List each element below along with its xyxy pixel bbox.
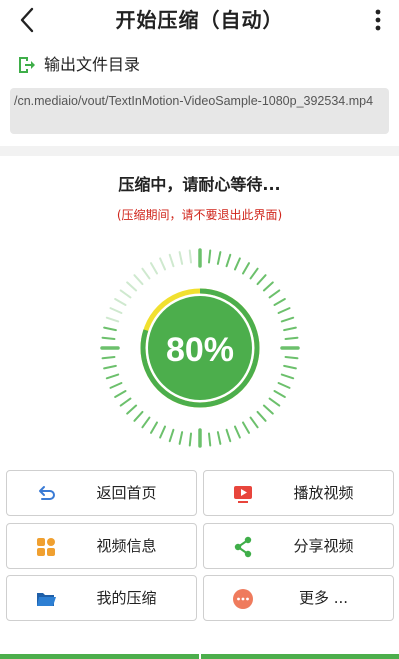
dial-tick <box>242 262 250 275</box>
dial-tick <box>207 249 212 264</box>
my-compressions-button[interactable]: 我的压缩 <box>6 575 197 621</box>
dial-tick <box>109 307 123 315</box>
dial-tick <box>225 253 232 268</box>
more-horizontal-icon <box>233 589 253 609</box>
dial-tick <box>168 253 175 268</box>
dial-tick <box>126 281 138 292</box>
dial-tick <box>109 381 123 389</box>
dial-tick <box>262 404 274 415</box>
page-title: 开始压缩（自动） <box>115 8 284 32</box>
dial-tick <box>103 364 117 370</box>
more-vertical-icon[interactable] <box>371 8 385 32</box>
chevron-left-icon[interactable] <box>14 6 42 34</box>
dial-tick <box>168 428 175 443</box>
dial-tick <box>101 336 116 341</box>
back-home-button[interactable]: 返回首页 <box>6 470 197 516</box>
dial-tick <box>159 257 167 271</box>
dial-tick <box>133 410 144 422</box>
dial-tick <box>280 316 295 323</box>
dial-tick <box>150 421 158 434</box>
dial-tick <box>119 289 132 299</box>
compression-progress-card: 压缩中，请耐心等待... (压缩期间，请不要退出此界面) 80% 返回首页 播放… <box>0 156 399 659</box>
dial-tick <box>268 397 281 407</box>
progress-percent-label: 80% <box>166 331 234 369</box>
dial-tick <box>273 298 286 306</box>
dial-tick <box>216 251 222 265</box>
dial-tick <box>178 431 184 445</box>
dial-tick <box>114 298 127 306</box>
folder-icon <box>37 593 56 606</box>
bottom-accent-bar <box>0 654 399 659</box>
dial-tick <box>284 355 299 360</box>
dial-tick <box>262 281 274 292</box>
dial-tick <box>126 404 138 415</box>
play-video-button[interactable]: 播放视频 <box>203 470 394 516</box>
dial-tick <box>114 390 127 398</box>
dial-tick <box>133 274 144 286</box>
dial-tick <box>233 425 241 439</box>
play-video-label: 播放视频 <box>293 484 354 502</box>
dial-tick <box>207 432 212 447</box>
dial-tick <box>159 425 167 439</box>
dial-tick <box>249 267 259 280</box>
dial-tick <box>188 432 193 447</box>
dial-tick <box>105 316 120 323</box>
dial-tick <box>283 326 297 332</box>
video-info-label: 视频信息 <box>96 537 157 555</box>
dial-tick <box>283 364 297 370</box>
output-directory-label: 输出文件目录 <box>44 55 141 74</box>
dial-tick <box>256 274 267 286</box>
my-compressions-label: 我的压缩 <box>96 589 157 607</box>
dial-tick <box>141 416 151 429</box>
more-label: 更多 ... <box>298 589 349 607</box>
dial-tick <box>284 336 299 341</box>
dial-tick <box>277 307 291 315</box>
dial-tick <box>280 373 295 380</box>
grid-info-icon <box>37 538 55 556</box>
dial-tick <box>188 249 193 264</box>
dial-tick <box>233 257 241 271</box>
dial-tick <box>268 289 281 299</box>
dial-tick <box>105 373 120 380</box>
dial-tick <box>216 431 222 445</box>
dial-tick <box>150 262 158 275</box>
dial-tick <box>249 416 259 429</box>
bottom-bar-divider <box>199 654 201 659</box>
undo-arrow-icon <box>39 486 55 500</box>
dial-tick <box>277 381 291 389</box>
dial-tick <box>242 421 250 434</box>
dial-tick <box>178 251 184 265</box>
dial-tick <box>119 397 132 407</box>
dial-tick <box>256 410 267 422</box>
progress-dial: 80% <box>100 248 300 448</box>
dial-tick <box>103 326 117 332</box>
dial-tick <box>141 267 151 280</box>
share-video-button[interactable]: 分享视频 <box>203 523 394 569</box>
dial-tick <box>273 390 286 398</box>
output-path-field: /cn.mediaio/vout/TextInMotion-VideoSampl… <box>10 88 389 134</box>
video-info-button[interactable]: 视频信息 <box>6 523 197 569</box>
more-button[interactable]: 更多 ... <box>203 575 394 621</box>
output-directory-section: 输出文件目录 /cn.mediaio/vout/TextInMotion-Vid… <box>0 41 399 146</box>
share-icon <box>234 536 252 558</box>
export-folder-icon <box>19 57 35 73</box>
share-video-label: 分享视频 <box>293 537 354 555</box>
compression-warning-text: (压缩期间，请不要退出此界面) <box>116 208 283 222</box>
dial-tick <box>225 428 232 443</box>
compression-status-text: 压缩中，请耐心等待... <box>118 175 281 194</box>
play-video-icon <box>234 486 252 503</box>
back-home-label: 返回首页 <box>96 484 157 502</box>
dial-tick <box>101 355 116 360</box>
title-bar: 开始压缩（自动） <box>0 0 399 41</box>
